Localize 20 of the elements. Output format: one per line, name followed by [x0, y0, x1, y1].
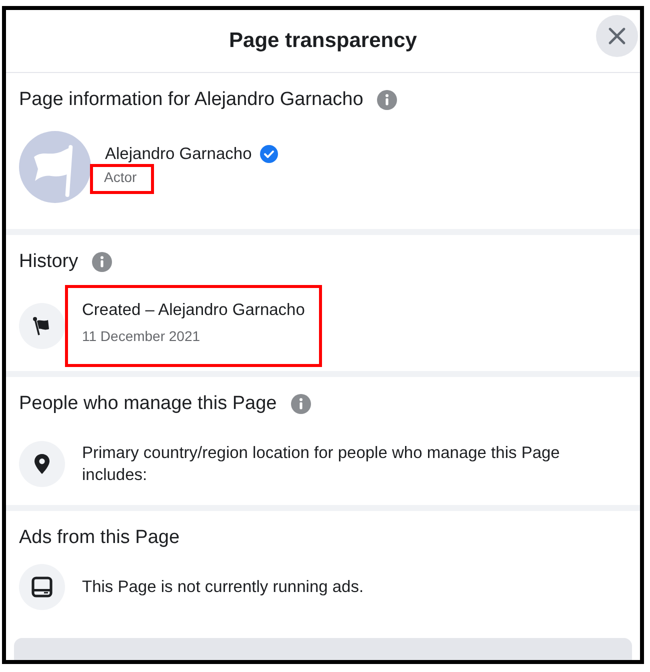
page-category: Actor — [104, 168, 137, 184]
dialog-title: Page transparency — [229, 29, 417, 53]
page-name: Alejandro Garnacho — [105, 144, 252, 164]
info-icon[interactable] — [377, 90, 398, 110]
close-button[interactable] — [596, 15, 638, 57]
section-title: People who manage this Page — [19, 393, 277, 415]
flag-icon — [19, 303, 65, 349]
close-icon — [607, 26, 627, 46]
section-title: History — [19, 251, 78, 273]
section-title: Page information for Alejandro Garnacho — [19, 89, 364, 111]
item-text: Primary country/region location for people who manage this Page includes: — [82, 443, 561, 486]
info-icon[interactable] — [290, 394, 311, 414]
item-date: 11 December 2021 — [82, 328, 202, 344]
item-text: This Page is not currently running ads. — [82, 577, 364, 598]
item-text: Created – Alejandro Garnacho — [82, 300, 305, 321]
flag-avatar-icon — [19, 131, 91, 203]
info-icon[interactable] — [92, 252, 112, 272]
section-title: Ads from this Page — [19, 527, 180, 549]
monitor-icon — [19, 564, 65, 610]
location-pin-icon — [19, 441, 65, 487]
